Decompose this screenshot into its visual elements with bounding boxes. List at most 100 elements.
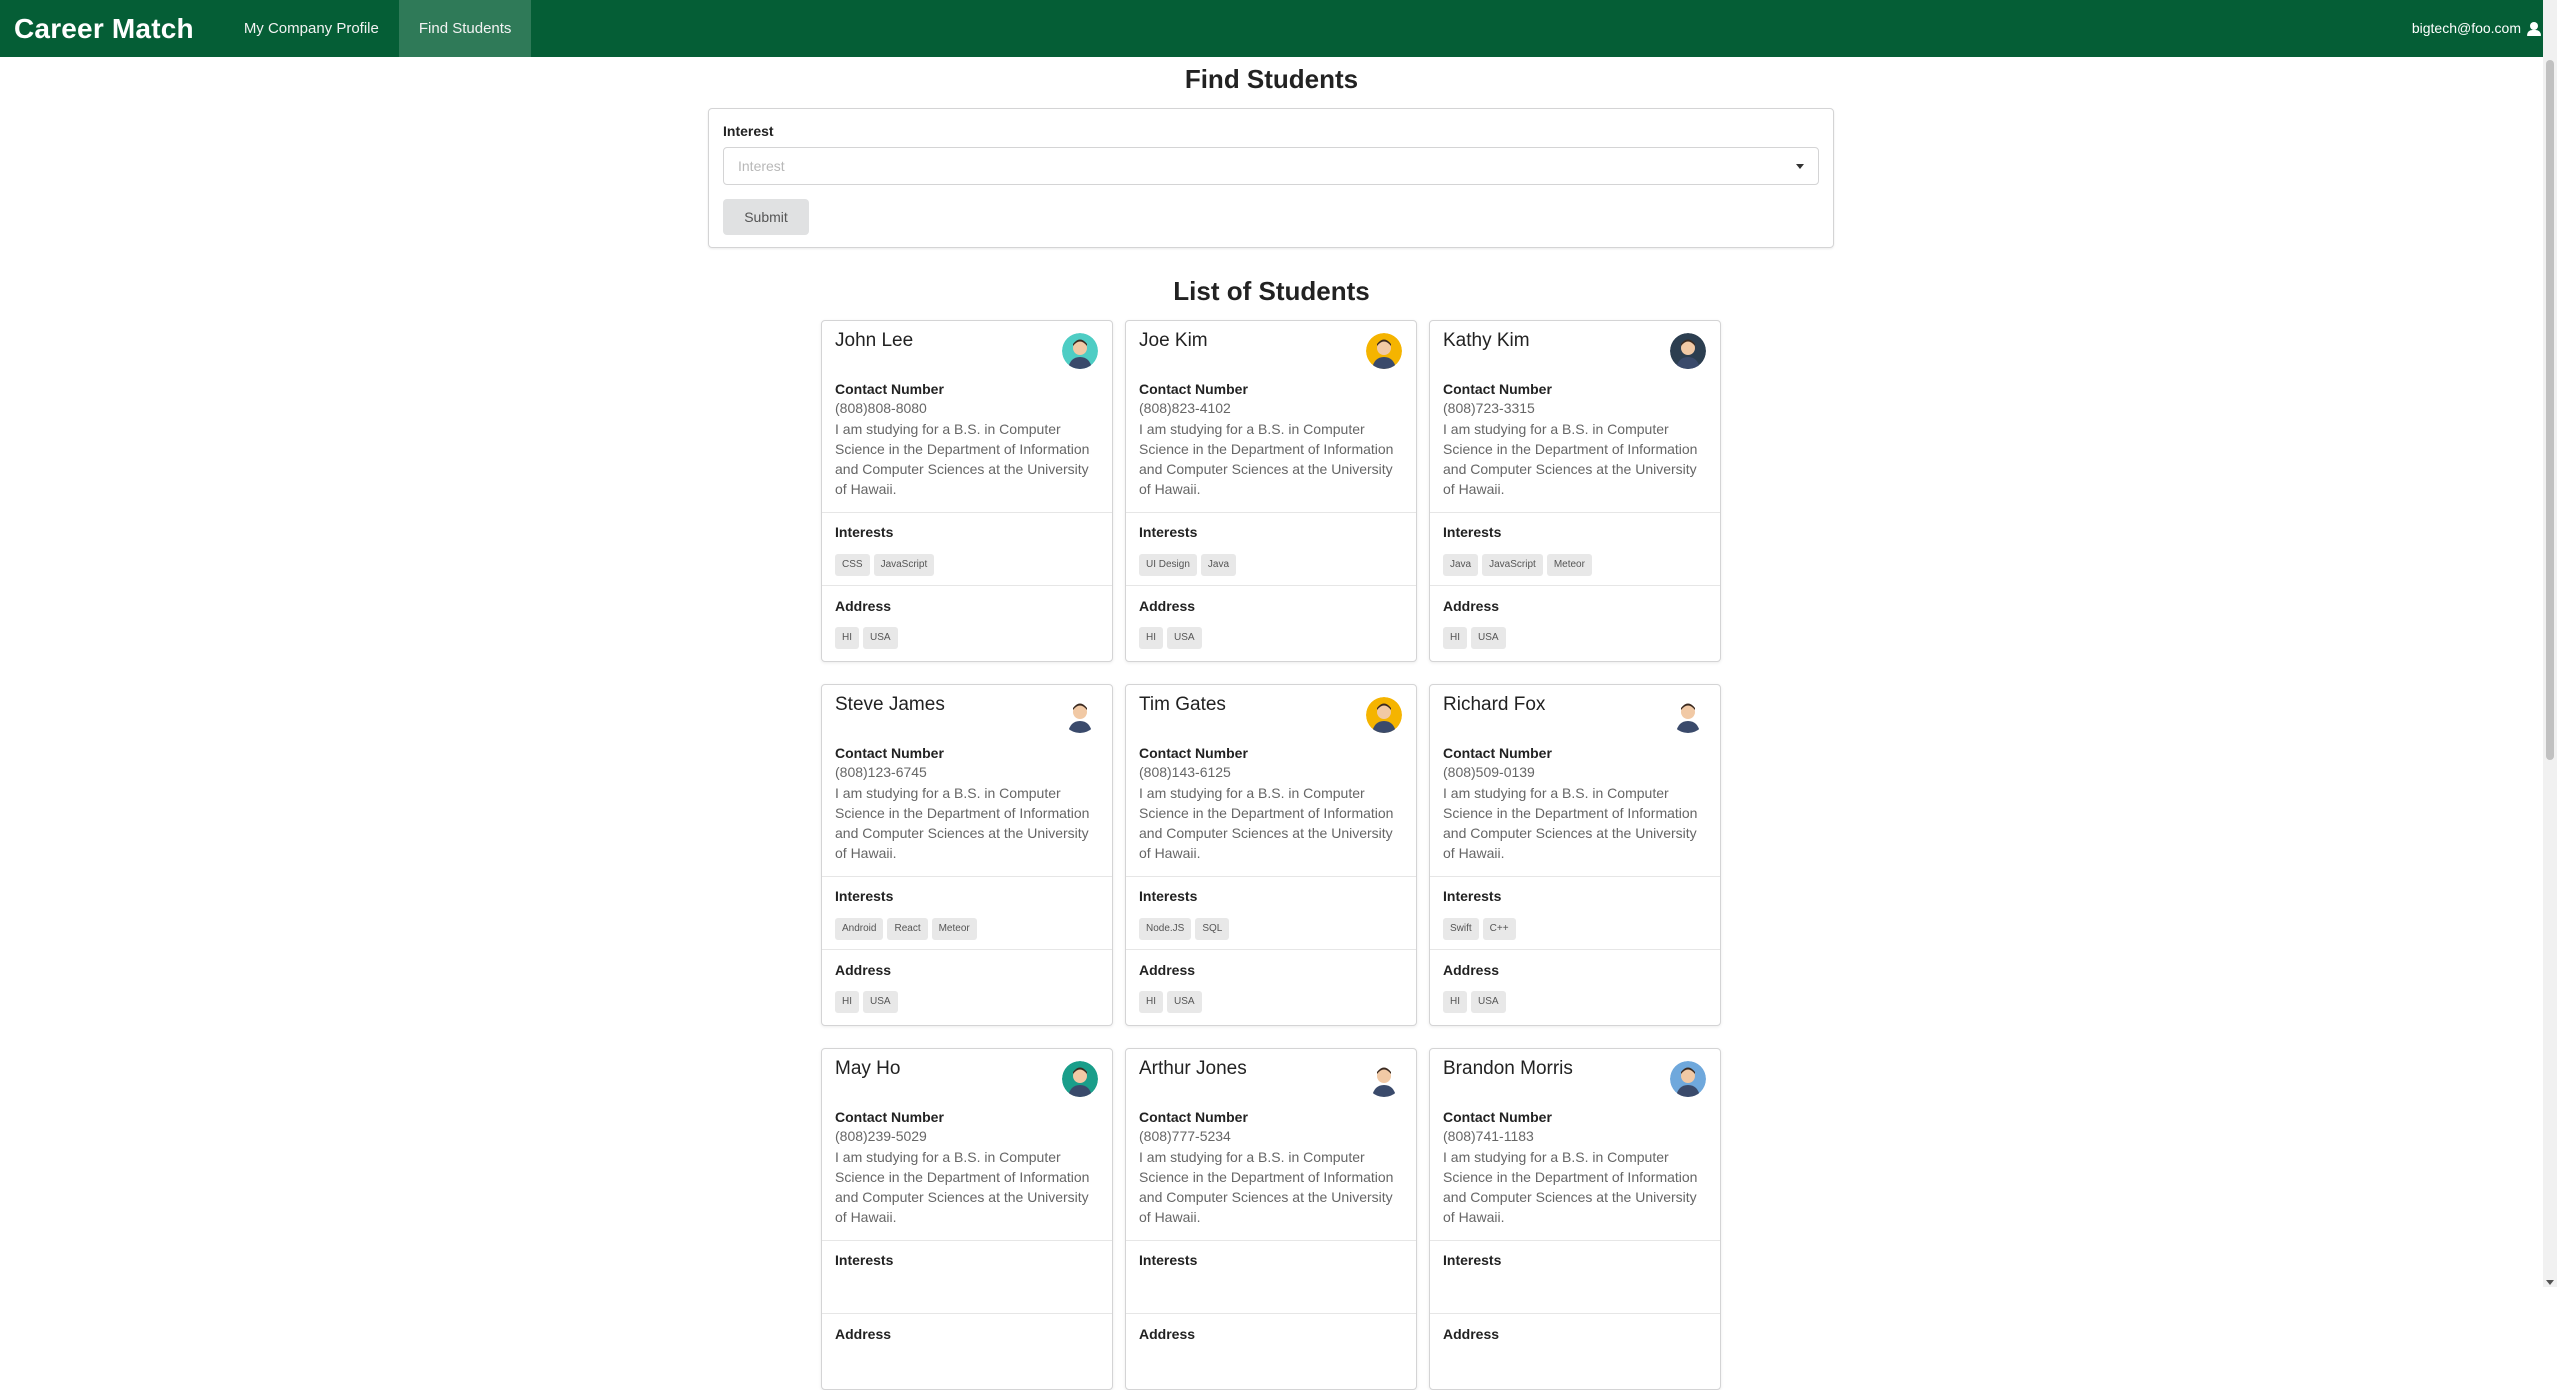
interest-tags: Java JavaScript Meteor xyxy=(1443,554,1592,576)
avatar-icon xyxy=(1670,333,1706,369)
phone-number: (808)123-6745 xyxy=(835,764,927,780)
interests-label: Interests xyxy=(1139,888,1198,904)
address-tags: HI USA xyxy=(835,627,898,649)
address-tag: HI xyxy=(1443,627,1467,649)
address-label: Address xyxy=(1139,962,1196,978)
scrollbar-thumb[interactable] xyxy=(2546,60,2554,760)
interests-label: Interests xyxy=(1443,888,1502,904)
dropdown-caret-icon xyxy=(1796,164,1804,169)
phone-number: (808)723-3315 xyxy=(1443,400,1535,416)
scroll-down-icon[interactable] xyxy=(2546,1280,2554,1285)
interest-placeholder: Interest xyxy=(738,158,785,174)
list-title: List of Students xyxy=(1173,276,1370,306)
divider xyxy=(822,512,1112,513)
interest-tags: Swift C++ xyxy=(1443,918,1516,940)
contact-number-label: Contact Number xyxy=(835,381,944,397)
user-menu[interactable]: bigtech@foo.com xyxy=(2412,0,2541,57)
interest-tag: Android xyxy=(835,918,884,940)
student-bio: I am studying for a B.S. in Computer Sci… xyxy=(835,1149,1090,1225)
address-tag: HI xyxy=(835,627,859,649)
nav-find-students[interactable]: Find Students xyxy=(398,0,532,57)
interests-label: Interests xyxy=(835,524,894,540)
find-students-form: Interest Interest Submit xyxy=(708,108,1834,248)
nav-my-company-profile[interactable]: My Company Profile xyxy=(224,0,399,57)
student-bio: I am studying for a B.S. in Computer Sci… xyxy=(835,785,1090,861)
divider xyxy=(1430,585,1720,586)
student-name: Brandon Morris xyxy=(1443,1058,1573,1079)
divider xyxy=(1126,876,1416,877)
scrollbar[interactable] xyxy=(2543,0,2557,1287)
divider xyxy=(822,1240,1112,1241)
phone-number: (808)509-0139 xyxy=(1443,764,1535,780)
contact-number-label: Contact Number xyxy=(1443,745,1552,761)
interest-tag: C++ xyxy=(1482,918,1516,940)
divider xyxy=(1430,1313,1720,1314)
interest-tag: Swift xyxy=(1443,918,1479,940)
student-name: Tim Gates xyxy=(1139,694,1226,715)
address-label: Address xyxy=(835,1326,892,1342)
address-label: Address xyxy=(835,598,892,614)
student-bio: I am studying for a B.S. in Computer Sci… xyxy=(1139,1149,1394,1225)
student-card: Joe Kim Contact Number (808)823-4102 I am s… xyxy=(1125,320,1417,662)
address-label: Address xyxy=(1139,1326,1196,1342)
phone-number: (808)741-1183 xyxy=(1443,1128,1534,1144)
divider xyxy=(1430,876,1720,877)
address-tags: HI USA xyxy=(1139,627,1202,649)
address-tag: HI xyxy=(835,991,859,1013)
interest-tags: UI Design Java xyxy=(1139,554,1237,576)
student-bio: I am studying for a B.S. in Computer Sci… xyxy=(1443,785,1698,861)
divider xyxy=(1430,512,1720,513)
contact-number-label: Contact Number xyxy=(1443,381,1552,397)
student-card: Richard Fox Contact Number (808)509-0139 I … xyxy=(1429,684,1721,1026)
student-bio: I am studying for a B.S. in Computer Sci… xyxy=(1443,1149,1698,1225)
interest-select[interactable]: Interest xyxy=(723,147,1819,185)
divider xyxy=(822,876,1112,877)
interest-tag: UI Design xyxy=(1139,554,1197,576)
address-label: Address xyxy=(835,962,892,978)
address-tag: USA xyxy=(1167,627,1202,649)
avatar-icon xyxy=(1670,1061,1706,1097)
student-name: Richard Fox xyxy=(1443,694,1546,715)
contact-number-label: Contact Number xyxy=(835,1109,944,1125)
brand-logo[interactable]: Career Match xyxy=(14,0,208,57)
interest-tag: SQL xyxy=(1195,918,1230,940)
student-bio: I am studying for a B.S. in Computer Sci… xyxy=(1139,785,1394,861)
address-label: Address xyxy=(1443,598,1500,614)
interest-tag: React xyxy=(887,918,928,940)
interest-tag: Java xyxy=(1443,554,1479,576)
address-label: Address xyxy=(1443,962,1500,978)
interest-tags: CSS JavaScript xyxy=(835,554,935,576)
student-card: May Ho Contact Number (808)239-5029 I am st… xyxy=(821,1048,1113,1390)
interests-label: Interests xyxy=(1139,524,1198,540)
divider xyxy=(1430,949,1720,950)
avatar-icon xyxy=(1062,697,1098,733)
submit-button[interactable]: Submit xyxy=(723,199,809,235)
phone-number: (808)808-8080 xyxy=(835,400,927,416)
contact-number-label: Contact Number xyxy=(1139,745,1248,761)
address-tags: HI USA xyxy=(835,991,898,1013)
student-name: John Lee xyxy=(835,330,914,351)
student-name: May Ho xyxy=(835,1058,901,1079)
address-tag: USA xyxy=(863,627,898,649)
divider xyxy=(822,949,1112,950)
user-email: bigtech@foo.com xyxy=(2411,20,2521,36)
interest-tags: Android React Meteor xyxy=(835,918,977,940)
address-tags: HI USA xyxy=(1443,627,1506,649)
interest-tag: Meteor xyxy=(931,918,977,940)
address-tag: HI xyxy=(1443,991,1467,1013)
address-tag: USA xyxy=(863,991,898,1013)
interests-label: Interests xyxy=(1443,524,1502,540)
contact-number-label: Contact Number xyxy=(1139,1109,1248,1125)
address-label: Address xyxy=(1139,598,1196,614)
address-tag: USA xyxy=(1471,991,1506,1013)
student-card: Kathy Kim Contact Number (808)723-3315 I am… xyxy=(1429,320,1721,662)
interests-label: Interests xyxy=(1139,1252,1198,1268)
interests-label: Interests xyxy=(835,888,894,904)
address-tag: USA xyxy=(1167,991,1202,1013)
student-card: John Lee Contact Number (808)808-8080 I am … xyxy=(821,320,1113,662)
divider xyxy=(822,585,1112,586)
contact-number-label: Contact Number xyxy=(1443,1109,1552,1125)
interest-tag: Java xyxy=(1200,554,1237,576)
top-navbar: Career Match My Company Profile Find Stu… xyxy=(0,0,2557,57)
address-label: Address xyxy=(1443,1326,1500,1342)
